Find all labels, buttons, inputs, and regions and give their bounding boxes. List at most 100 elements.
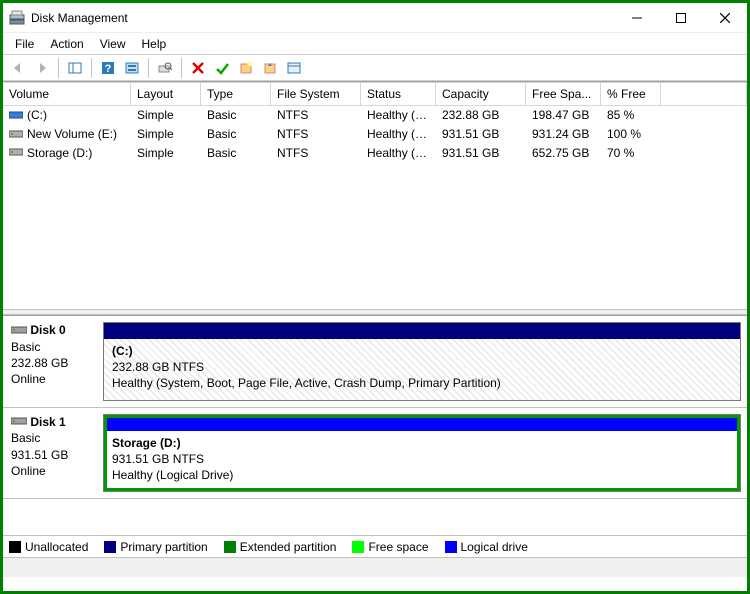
legend-freespace-label: Free space: [368, 540, 428, 554]
properties-button[interactable]: [283, 57, 305, 79]
volume-list-header: Volume Layout Type File System Status Ca…: [3, 82, 747, 106]
column-header-layout[interactable]: Layout: [131, 83, 201, 105]
column-header-capacity[interactable]: Capacity: [436, 83, 526, 105]
volume-free: 931.24 GB: [526, 125, 601, 144]
disk-graphical-pane[interactable]: Disk 0 Basic 232.88 GB Online (C:)232.88 GB …: [3, 315, 747, 535]
legend-logical: Logical drive: [445, 540, 528, 554]
partition-map[interactable]: (C:)232.88 GB NTFSHealthy (System, Boot,…: [103, 316, 747, 407]
swatch-primary: [104, 541, 116, 553]
column-header-blank: [661, 83, 747, 105]
close-button[interactable]: [703, 4, 747, 32]
disk-info: Disk 1Basic931.51 GBOnline: [3, 408, 103, 499]
partition-block[interactable]: (C:)232.88 GB NTFSHealthy (System, Boot,…: [103, 322, 741, 401]
volume-layout: Simple: [131, 144, 201, 163]
back-button[interactable]: [7, 57, 29, 79]
volume-layout: Simple: [131, 125, 201, 144]
swatch-free: [352, 541, 364, 553]
column-header-pctfree[interactable]: % Free: [601, 83, 661, 105]
volume-fs: NTFS: [271, 144, 361, 163]
legend-extended-label: Extended partition: [240, 540, 337, 554]
swatch-logical: [445, 541, 457, 553]
disk-block[interactable]: Disk 0 Basic 232.88 GB Online (C:)232.88 GB …: [3, 316, 747, 408]
new-simple-volume-button[interactable]: [235, 57, 257, 79]
volume-pct: 85 %: [601, 106, 661, 125]
toolbar-separator: [148, 58, 149, 78]
legend-unallocated-label: Unallocated: [25, 540, 88, 554]
forward-button[interactable]: [31, 57, 53, 79]
settings-button[interactable]: [121, 57, 143, 79]
volume-row[interactable]: New Volume (E:)SimpleBasicNTFSHealthy (L…: [3, 125, 747, 144]
partition-name: (C:): [112, 344, 133, 358]
disk-block[interactable]: Disk 1Basic931.51 GBOnlineStorage (D:)93…: [3, 408, 747, 500]
disk-name: Disk 1: [30, 415, 65, 429]
status-bar: [3, 557, 747, 577]
volume-fs: NTFS: [271, 106, 361, 125]
menubar: File Action View Help: [3, 33, 747, 55]
attach-vhd-button[interactable]: [259, 57, 281, 79]
volume-list[interactable]: Volume Layout Type File System Status Ca…: [3, 81, 747, 309]
apply-button[interactable]: [211, 57, 233, 79]
toolbar: ?: [3, 55, 747, 81]
partition-header: [104, 323, 740, 339]
disk-info: Disk 0 Basic 232.88 GB Online: [3, 316, 103, 407]
volume-capacity: 931.51 GB: [436, 144, 526, 163]
swatch-unallocated: [9, 541, 21, 553]
volume-status: Healthy (L...: [361, 144, 436, 163]
column-header-freespace[interactable]: Free Spa...: [526, 83, 601, 105]
help-button[interactable]: ?: [97, 57, 119, 79]
toolbar-separator: [58, 58, 59, 78]
disk-icon: [11, 414, 27, 430]
legend-freespace: Free space: [352, 540, 428, 554]
volume-fs: NTFS: [271, 125, 361, 144]
volume-pct: 100 %: [601, 125, 661, 144]
column-header-volume[interactable]: Volume: [3, 83, 131, 105]
volume-layout: Simple: [131, 106, 201, 125]
partition-map[interactable]: Storage (D:)931.51 GB NTFSHealthy (Logic…: [103, 408, 747, 499]
volume-capacity: 931.51 GB: [436, 125, 526, 144]
volume-status: Healthy (L...: [361, 125, 436, 144]
volume-name: (C:): [27, 108, 47, 122]
volume-type: Basic: [201, 125, 271, 144]
volume-pct: 70 %: [601, 144, 661, 163]
partition-status: Healthy (System, Boot, Page File, Active…: [112, 376, 501, 390]
volume-icon: [9, 146, 23, 160]
disk-state: Online: [11, 372, 46, 386]
maximize-button[interactable]: [659, 4, 703, 32]
column-header-status[interactable]: Status: [361, 83, 436, 105]
volume-capacity: 232.88 GB: [436, 106, 526, 125]
disk-size: 232.88 GB: [11, 356, 68, 370]
partition-block[interactable]: Storage (D:)931.51 GB NTFSHealthy (Logic…: [103, 414, 741, 493]
volume-type: Basic: [201, 106, 271, 125]
menu-help[interactable]: Help: [134, 35, 175, 53]
minimize-button[interactable]: [615, 4, 659, 32]
volume-row[interactable]: Storage (D:) SimpleBasicNTFSHealthy (L...…: [3, 144, 747, 163]
partition-body: (C:)232.88 GB NTFSHealthy (System, Boot,…: [104, 339, 740, 400]
toolbar-separator: [181, 58, 182, 78]
partition-status: Healthy (Logical Drive): [112, 468, 233, 482]
volume-row[interactable]: (C:)SimpleBasicNTFSHealthy (S...232.88 G…: [3, 106, 747, 125]
menu-action[interactable]: Action: [42, 35, 91, 53]
svg-text:?: ?: [105, 63, 112, 75]
legend-primary: Primary partition: [104, 540, 207, 554]
partition-info: 931.51 GB NTFS: [112, 452, 204, 466]
column-header-type[interactable]: Type: [201, 83, 271, 105]
window-title: Disk Management: [31, 11, 128, 25]
panels-button[interactable]: [64, 57, 86, 79]
disk-type: Basic: [11, 340, 40, 354]
volume-name: Storage (D:): [27, 146, 92, 160]
disk-management-window: Disk Management File Action View Help: [0, 0, 750, 594]
legend-unallocated: Unallocated: [9, 540, 88, 554]
volume-free: 198.47 GB: [526, 106, 601, 125]
legend-extended: Extended partition: [224, 540, 337, 554]
delete-button[interactable]: [187, 57, 209, 79]
volume-type: Basic: [201, 144, 271, 163]
menu-file[interactable]: File: [7, 35, 42, 53]
disk-name: Disk 0: [30, 323, 65, 337]
disk-type: Basic: [11, 431, 40, 445]
swatch-extended: [224, 541, 236, 553]
column-header-filesystem[interactable]: File System: [271, 83, 361, 105]
refresh-scan-button[interactable]: [154, 57, 176, 79]
disk-size: 931.51 GB: [11, 448, 68, 462]
partition-header: [104, 415, 740, 431]
menu-view[interactable]: View: [92, 35, 134, 53]
